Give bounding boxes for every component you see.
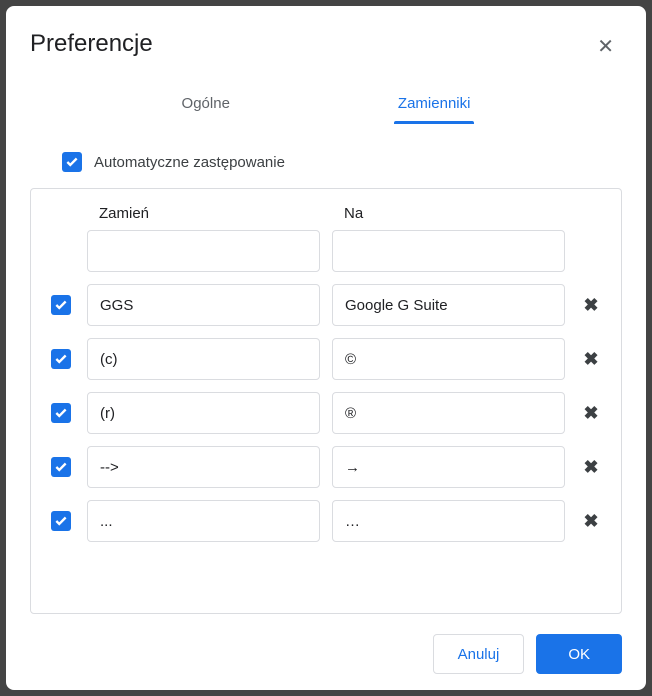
checkmark-icon bbox=[54, 298, 68, 312]
replace-input[interactable] bbox=[87, 500, 320, 542]
close-button[interactable]: ✕ bbox=[589, 30, 622, 63]
delete-icon: ✖ bbox=[583, 349, 598, 369]
auto-replace-checkbox[interactable] bbox=[62, 152, 82, 172]
ok-button[interactable]: OK bbox=[536, 634, 622, 674]
row-checkbox-slot bbox=[47, 511, 75, 531]
row-checkbox-slot bbox=[47, 349, 75, 369]
auto-replace-row: Automatyczne zastępowanie bbox=[62, 152, 622, 172]
row-checkbox[interactable] bbox=[51, 349, 71, 369]
replace-input[interactable] bbox=[87, 338, 320, 380]
delete-icon: ✖ bbox=[583, 295, 598, 315]
delete-row-button[interactable]: ✖ bbox=[577, 295, 605, 316]
dialog-title: Preferencje bbox=[30, 30, 153, 58]
delete-icon: ✖ bbox=[583, 511, 598, 531]
with-input[interactable] bbox=[332, 284, 565, 326]
row-checkbox-slot bbox=[47, 403, 75, 423]
checkmark-icon bbox=[54, 460, 68, 474]
checkmark-icon bbox=[54, 406, 68, 420]
replace-input[interactable] bbox=[87, 446, 320, 488]
table-row bbox=[47, 230, 605, 272]
table-row: ✖ bbox=[47, 392, 605, 434]
row-checkbox-slot bbox=[47, 457, 75, 477]
substitutions-table: Zamień Na ✖ ✖ ✖ ✖ ✖ bbox=[30, 188, 622, 614]
dialog-footer: Anuluj OK bbox=[30, 634, 622, 674]
column-with-header: Na bbox=[332, 205, 565, 222]
close-icon: ✕ bbox=[597, 36, 614, 58]
table-row: ✖ bbox=[47, 284, 605, 326]
cancel-button[interactable]: Anuluj bbox=[433, 634, 525, 674]
tab-general[interactable]: Ogólne bbox=[178, 87, 234, 124]
table-row: ✖ bbox=[47, 500, 605, 542]
delete-row-button[interactable]: ✖ bbox=[577, 349, 605, 370]
dialog-header: Preferencje ✕ bbox=[30, 30, 622, 63]
checkmark-icon bbox=[54, 514, 68, 528]
row-checkbox[interactable] bbox=[51, 295, 71, 315]
table-row: ✖ bbox=[47, 446, 605, 488]
with-input[interactable] bbox=[332, 392, 565, 434]
delete-row-button[interactable]: ✖ bbox=[577, 457, 605, 478]
column-replace-header: Zamień bbox=[87, 205, 320, 222]
checkmark-icon bbox=[65, 155, 79, 169]
table-scroll[interactable]: Zamień Na ✖ ✖ ✖ ✖ ✖ bbox=[47, 205, 613, 597]
row-checkbox[interactable] bbox=[51, 457, 71, 477]
tabs-bar: Ogólne Zamienniki bbox=[30, 87, 622, 124]
with-input[interactable] bbox=[332, 230, 565, 272]
row-checkbox[interactable] bbox=[51, 511, 71, 531]
preferences-dialog: Preferencje ✕ Ogólne Zamienniki Automaty… bbox=[6, 6, 646, 690]
auto-replace-label: Automatyczne zastępowanie bbox=[94, 154, 285, 171]
with-input[interactable] bbox=[332, 338, 565, 380]
delete-row-button[interactable]: ✖ bbox=[577, 403, 605, 424]
with-input[interactable] bbox=[332, 446, 565, 488]
delete-row-button[interactable]: ✖ bbox=[577, 511, 605, 532]
row-checkbox[interactable] bbox=[51, 403, 71, 423]
row-checkbox-slot bbox=[47, 295, 75, 315]
replace-input[interactable] bbox=[87, 230, 320, 272]
checkmark-icon bbox=[54, 352, 68, 366]
table-header: Zamień Na bbox=[47, 205, 605, 222]
tab-substitutions[interactable]: Zamienniki bbox=[394, 87, 475, 124]
with-input[interactable] bbox=[332, 500, 565, 542]
table-row: ✖ bbox=[47, 338, 605, 380]
replace-input[interactable] bbox=[87, 284, 320, 326]
delete-icon: ✖ bbox=[583, 403, 598, 423]
delete-icon: ✖ bbox=[583, 457, 598, 477]
replace-input[interactable] bbox=[87, 392, 320, 434]
